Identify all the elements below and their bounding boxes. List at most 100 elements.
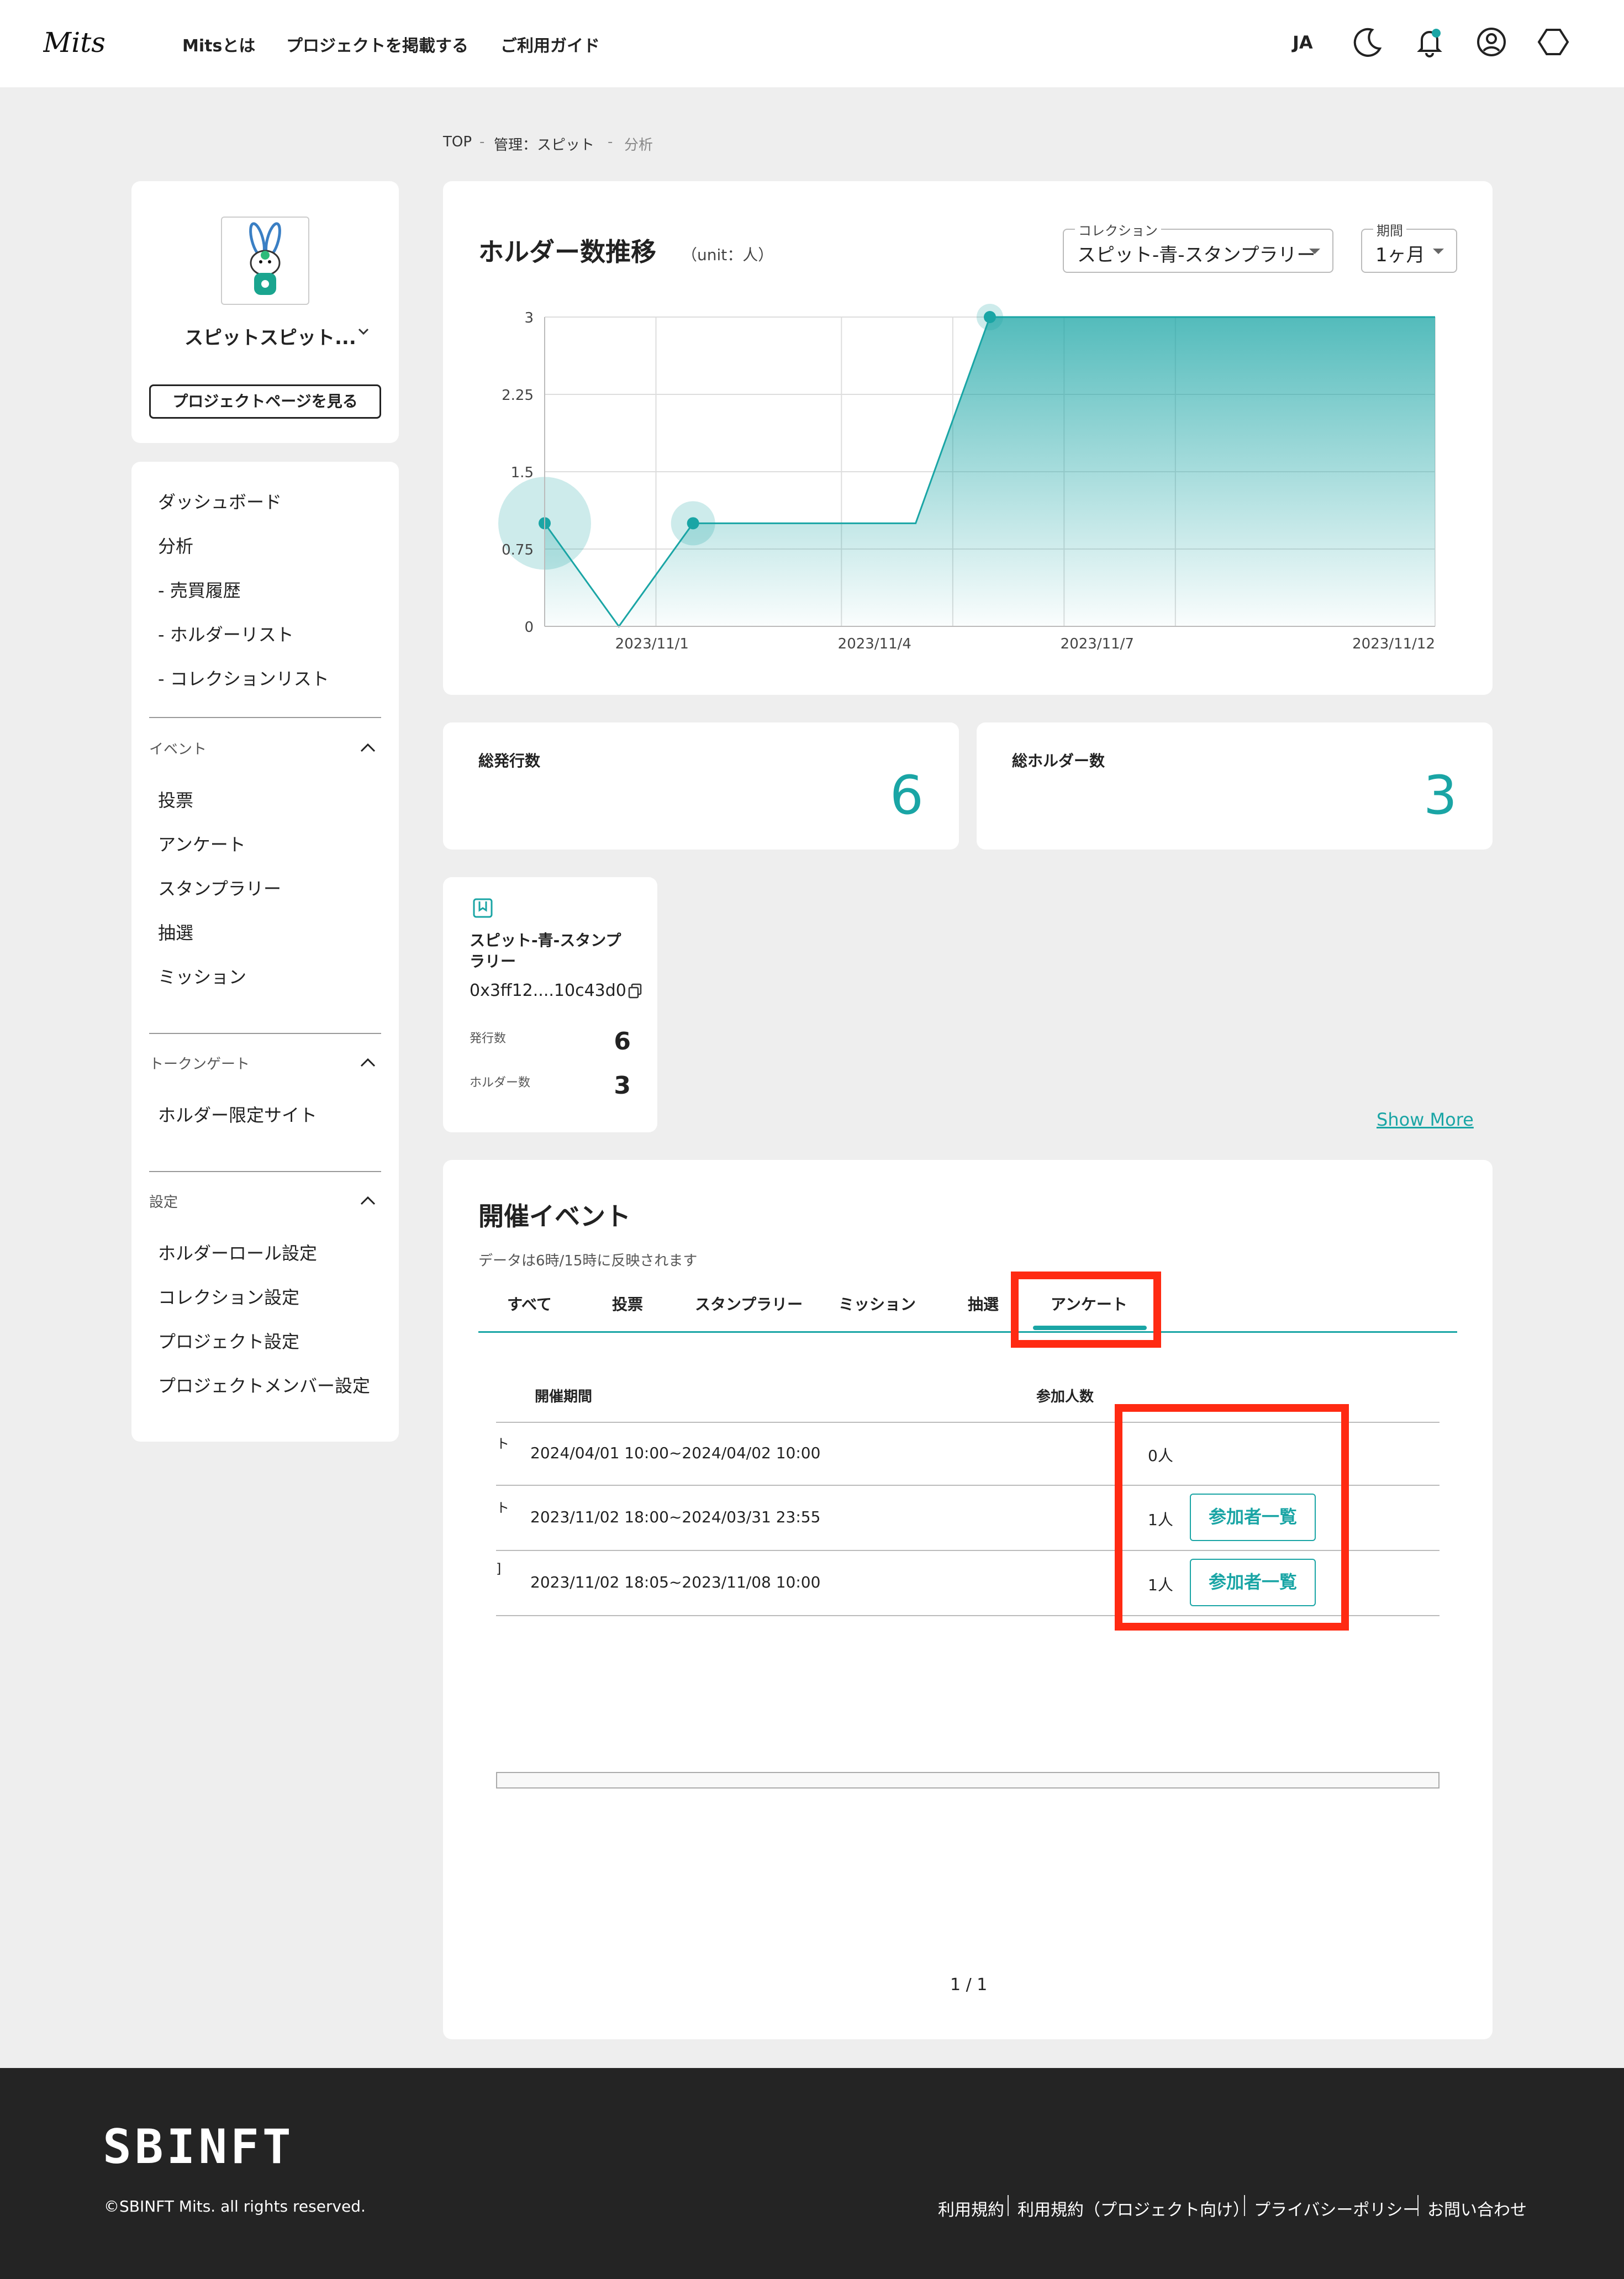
x-tick-label: 2023/11/1 [615, 636, 689, 652]
events-note: データは6時/15時に反映されます [478, 1253, 698, 1269]
sidebar-section-token-gate[interactable]: トークンゲート [149, 1053, 250, 1073]
row-clipped-text: ト [496, 1500, 509, 1516]
caret-down-icon [1433, 249, 1444, 254]
sidebar-item-collection-list[interactable]: - コレクションリスト [158, 665, 329, 690]
y-tick-label: 0 [524, 619, 534, 636]
nav-post-project[interactable]: プロジェクトを掲載する [286, 32, 468, 56]
copyright: ©SBINFT Mits. all rights reserved. [104, 2197, 366, 2215]
collection-select[interactable]: コレクション スピット-青-スタンプラリー [1063, 220, 1333, 273]
row-clipped-text: ト [496, 1436, 509, 1452]
period-select-value: 1ヶ月 [1375, 244, 1425, 266]
chevron-down-icon[interactable] [355, 323, 372, 340]
row-period: 2024/04/01 10:00~2024/04/02 10:00 [530, 1444, 821, 1462]
footer-link-contact[interactable]: お問い合わせ [1427, 2196, 1527, 2220]
chevron-up-icon[interactable] [358, 1191, 378, 1211]
tabs-underline [478, 1331, 1457, 1333]
total-issued-card: 総発行数 6 [443, 722, 959, 850]
breadcrumb-top[interactable]: TOP [443, 134, 472, 150]
sidebar-item-dashboard[interactable]: ダッシュボード [158, 488, 282, 514]
collection-address: 0x3ff12....10c43d0 [470, 981, 626, 1000]
tab-lottery[interactable]: 抽選 [968, 1293, 999, 1315]
breadcrumb-current: 分析 [624, 137, 653, 154]
total-issued-label: 総発行数 [478, 752, 541, 770]
mits-logo[interactable]: Mits [43, 27, 135, 59]
top-header: Mits Mitsとは プロジェクトを掲載する ご利用ガイド JA [0, 0, 1624, 87]
pagination: 1 / 1 [950, 1975, 988, 1995]
bell-icon[interactable] [1412, 24, 1447, 60]
x-tick-label: 2023/11/4 [838, 636, 911, 652]
sidebar-section-settings[interactable]: 設定 [149, 1191, 178, 1211]
account-icon[interactable] [1474, 24, 1509, 60]
view-project-page-button[interactable]: プロジェクトページを見る [149, 384, 381, 419]
tab-vote[interactable]: 投票 [612, 1293, 643, 1315]
show-more-link[interactable]: Show More [1377, 1109, 1474, 1130]
column-header-period: 開催期間 [535, 1389, 593, 1405]
collection-select-label: コレクション [1075, 220, 1161, 239]
y-tick-label: 2.25 [502, 387, 534, 404]
footer-separator [1244, 2195, 1245, 2216]
tab-all[interactable]: すべて [507, 1293, 552, 1315]
sidebar-divider [149, 1033, 381, 1034]
highlight-participants-column [1115, 1404, 1349, 1631]
row-clipped-text: ] [496, 1561, 502, 1576]
project-avatar [221, 217, 309, 305]
breadcrumb-project[interactable]: 管理：スピット [494, 134, 594, 154]
nav-guide[interactable]: ご利用ガイド [500, 32, 600, 56]
highlight-survey-tab [1011, 1272, 1161, 1348]
sidebar-item-stamp-rally[interactable]: スタンプラリー [158, 875, 281, 900]
y-tick-label: 1.5 [511, 465, 534, 481]
data-point [984, 311, 996, 323]
sidebar-item-member-settings[interactable]: プロジェクトメンバー設定 [158, 1372, 370, 1397]
sbinft-logo[interactable]: SBINFT [103, 2119, 370, 2175]
period-select[interactable]: 期間 1ヶ月 [1361, 220, 1457, 273]
total-holders-card: 総ホルダー数 3 [977, 722, 1493, 850]
svg-text:Mits: Mits [43, 28, 106, 59]
data-point [687, 517, 699, 530]
breadcrumb-separator: - [479, 134, 485, 150]
sidebar-item-vote[interactable]: 投票 [158, 787, 193, 812]
footer-separator [1417, 2195, 1419, 2216]
column-header-participants: 参加人数 [1036, 1389, 1094, 1405]
tab-mission[interactable]: ミッション [839, 1293, 916, 1315]
sidebar-item-project-settings[interactable]: プロジェクト設定 [158, 1328, 299, 1353]
collection-select-value: スピット-青-スタンプラリー [1077, 244, 1316, 266]
nav-about[interactable]: Mitsとは [182, 32, 255, 56]
sidebar-section-events[interactable]: イベント [149, 738, 207, 758]
sidebar-item-holder-list[interactable]: - ホルダーリスト [158, 621, 294, 646]
sidebar-item-analytics[interactable]: 分析 [158, 532, 193, 558]
language-switch[interactable]: JA [1293, 32, 1313, 53]
collection-holders-value: 3 [614, 1072, 631, 1100]
collection-issued-value: 6 [614, 1027, 631, 1056]
row-period: 2023/11/02 18:05~2023/11/08 10:00 [530, 1573, 821, 1591]
total-issued-value: 6 [889, 764, 924, 826]
footer-link-terms[interactable]: 利用規約 [938, 2196, 1004, 2220]
caret-down-icon [1309, 249, 1320, 254]
y-tick-label: 0.75 [502, 542, 534, 558]
sidebar-item-survey[interactable]: アンケート [158, 831, 246, 856]
sidebar-item-holder-role-settings[interactable]: ホルダーロール設定 [158, 1239, 317, 1265]
footer-link-privacy[interactable]: プライバシーポリシー [1254, 2196, 1419, 2220]
x-tick-label: 2023/11/12 [1352, 636, 1435, 652]
row-period: 2023/11/02 18:00~2024/03/31 23:55 [530, 1508, 821, 1526]
total-holders-label: 総ホルダー数 [1012, 752, 1105, 770]
holder-chart: 0 0.75 1.5 2.25 3 2023/11/1 2023/11/4 2023/11/7… [498, 304, 1436, 652]
sidebar-item-collection-settings[interactable]: コレクション設定 [158, 1284, 299, 1309]
moon-icon[interactable] [1350, 24, 1385, 60]
svg-text:SBINFT: SBINFT [103, 2125, 294, 2167]
project-card: スピットスピット... プロジェクトページを見る [131, 181, 399, 443]
sidebar-item-mission[interactable]: ミッション [158, 963, 246, 989]
footer-link-project-terms[interactable]: 利用規約（プロジェクト向け） [1017, 2196, 1249, 2220]
chevron-up-icon[interactable] [358, 738, 378, 758]
sidebar-item-lottery[interactable]: 抽選 [158, 919, 193, 945]
horizontal-scrollbar[interactable] [496, 1772, 1440, 1789]
tab-stamp-rally[interactable]: スタンプラリー [695, 1293, 803, 1315]
sidebar-item-trade-history[interactable]: - 売買履歴 [158, 577, 241, 602]
bookmark-icon [472, 897, 494, 919]
period-select-label: 期間 [1373, 220, 1406, 239]
wallet-hexagon-icon[interactable] [1536, 24, 1571, 60]
collection-card[interactable]: スピット-青-スタンプラリー 0x3ff12....10c43d0 発行数 6 … [443, 877, 657, 1132]
x-tick-label: 2023/11/7 [1061, 636, 1134, 652]
copy-icon[interactable] [626, 982, 644, 1000]
sidebar-item-holder-site[interactable]: ホルダー限定サイト [158, 1101, 317, 1127]
chevron-up-icon[interactable] [358, 1053, 378, 1073]
